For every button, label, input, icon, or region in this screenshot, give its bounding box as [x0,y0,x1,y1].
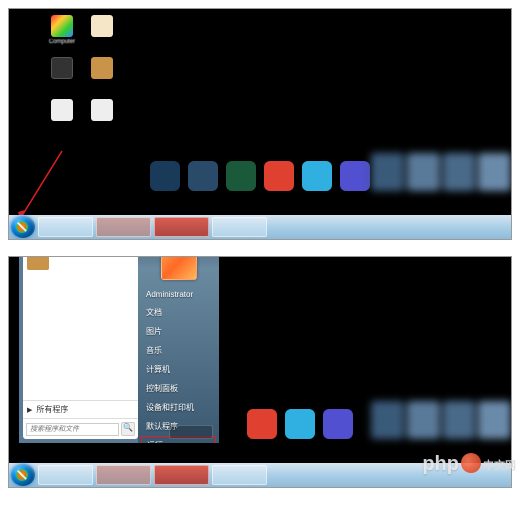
desktop-icon[interactable] [87,57,117,81]
taskbar-item[interactable] [212,465,267,485]
desktop[interactable]: ▶ 所有程序 🔍 Administrator 文档 图片 音乐 计算机 控制面板… [9,257,511,463]
all-programs[interactable]: ▶ 所有程序 [23,400,138,418]
menu-music[interactable]: 音乐 [138,341,219,360]
watermark-text: 中文网 [483,457,516,473]
menu-documents[interactable]: 文档 [138,303,219,322]
dock-item[interactable] [340,161,370,191]
dock-item[interactable] [188,161,218,191]
desktop-icon[interactable] [87,15,117,39]
tray-blur [371,153,511,191]
search-input[interactable] [26,423,119,436]
screenshot-desktop: Computer [8,8,512,240]
taskbar-item[interactable] [38,465,93,485]
start-menu-left: ▶ 所有程序 🔍 [23,256,138,439]
watermark: php 中文网 [422,453,516,476]
desktop-icon[interactable]: Computer [47,15,77,46]
user-name[interactable]: Administrator [138,286,219,303]
desktop[interactable]: Computer [9,9,511,215]
desktop-icon[interactable] [47,57,77,81]
desktop-icon[interactable] [47,99,77,123]
menu-pictures[interactable]: 图片 [138,322,219,341]
arrow-icon: ▶ [27,406,32,414]
taskbar-item[interactable] [212,217,267,237]
app-icon [91,15,113,37]
taskbar-item[interactable] [154,465,209,485]
menu-devices[interactable]: 设备和打印机 [138,398,219,417]
dock-item[interactable] [226,161,256,191]
desktop-icon[interactable] [87,99,117,123]
watermark-brand: php [422,453,459,476]
taskbar-item[interactable] [154,217,209,237]
start-button[interactable] [11,216,35,238]
start-menu: ▶ 所有程序 🔍 Administrator 文档 图片 音乐 计算机 控制面板… [19,256,219,443]
search-box: 🔍 [23,418,138,439]
app-icon [91,57,113,79]
watermark-logo-icon [461,453,481,473]
dock-item[interactable] [302,161,332,191]
dock-item[interactable] [323,409,353,439]
dock-item[interactable] [264,161,294,191]
app-icon [51,15,73,37]
shutdown-button[interactable] [169,425,213,439]
user-avatar[interactable] [161,256,197,280]
search-button[interactable]: 🔍 [121,422,135,436]
all-programs-label: 所有程序 [36,404,68,415]
program-icon[interactable] [27,256,49,270]
taskbar-item[interactable] [38,217,93,237]
dock-item[interactable] [150,161,180,191]
taskbar [9,215,511,239]
menu-control-panel[interactable]: 控制面板 [138,379,219,398]
dock-item[interactable] [285,409,315,439]
start-menu-right: Administrator 文档 图片 音乐 计算机 控制面板 设备和打印机 默… [138,256,219,443]
dock-item[interactable] [247,409,277,439]
app-icon [51,57,73,79]
tray-blur [371,401,511,439]
programs-list [23,256,138,400]
start-button[interactable] [11,464,35,486]
app-icon [91,99,113,121]
taskbar-item[interactable] [96,465,151,485]
taskbar-item[interactable] [96,217,151,237]
cloud-icon [51,99,73,121]
menu-computer[interactable]: 计算机 [138,360,219,379]
